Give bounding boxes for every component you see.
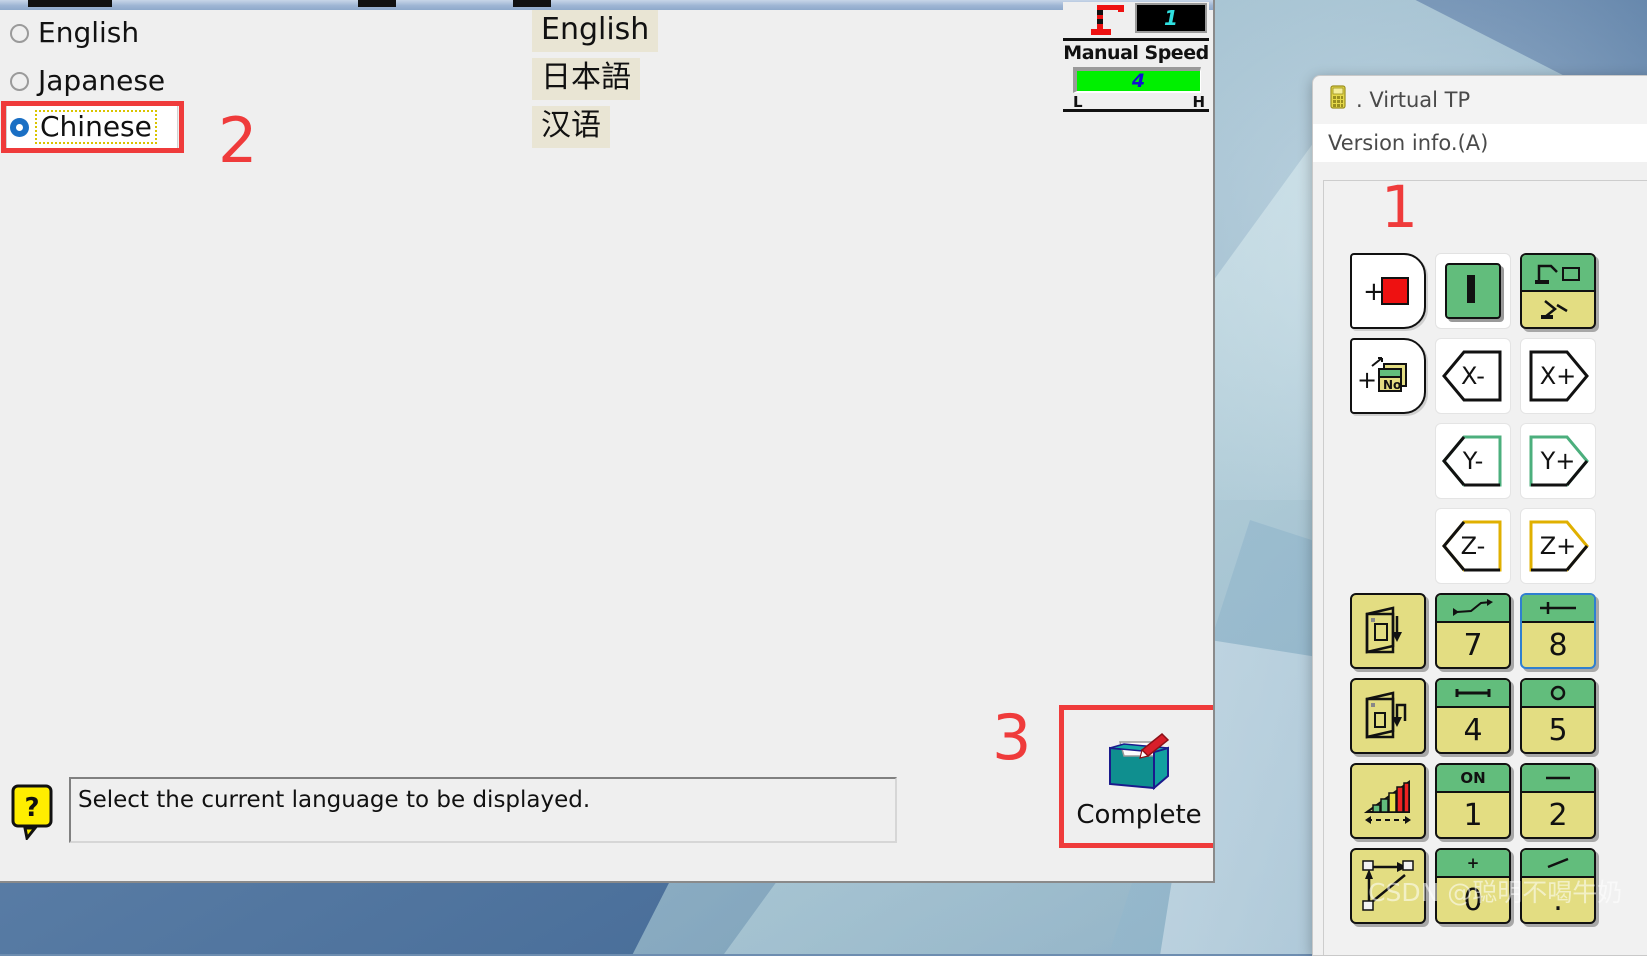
num-1-cap: ON xyxy=(1437,765,1509,793)
speed-high-label: H xyxy=(1192,93,1205,111)
teach-pendant-window: English Japanese Chinese English 日本語 汉语 xyxy=(0,0,1215,883)
radio-option-english[interactable]: English xyxy=(10,16,139,50)
jog-z-plus-label: Z+ xyxy=(1539,532,1577,560)
language-name-chinese: 汉语 xyxy=(532,106,610,148)
radio-option-japanese[interactable]: Japanese xyxy=(10,64,165,98)
complete-button-highlight: Complete xyxy=(1059,705,1213,848)
enable-key-wrap xyxy=(1435,253,1511,329)
coord-key[interactable] xyxy=(1350,848,1426,924)
jog-z-minus-label: Z- xyxy=(1460,532,1486,560)
radio-label-english: English xyxy=(38,16,140,49)
num-1-label: 1 xyxy=(1463,797,1483,833)
new-program-key[interactable]: + xyxy=(1350,253,1426,329)
svg-text:?: ? xyxy=(24,793,39,823)
enable-key[interactable] xyxy=(1445,263,1501,319)
teach-pendant-icon xyxy=(1328,85,1348,115)
manual-speed-bar: 4 xyxy=(1073,67,1201,93)
step-back-key[interactable] xyxy=(1350,678,1426,754)
svg-text:No: No xyxy=(1383,378,1401,392)
language-name-japanese: 日本語 xyxy=(532,58,640,100)
num-dot-label: . xyxy=(1553,882,1563,918)
num-1-key[interactable]: ON 1 xyxy=(1435,763,1511,839)
num-8-label: 8 xyxy=(1548,627,1568,663)
manual-speed-value: 4 xyxy=(1131,70,1146,92)
num-8-key[interactable]: 8 xyxy=(1520,593,1596,669)
robot-arm-icon xyxy=(1085,4,1131,36)
num-2-key[interactable]: 2 xyxy=(1520,763,1596,839)
jog-x-plus-key[interactable]: X+ xyxy=(1520,338,1596,414)
virtual-tp-title: . Virtual TP xyxy=(1356,88,1471,112)
annotation-box-chinese xyxy=(1,101,184,153)
manual-speed-widget: 1 Manual Speed 4 L H xyxy=(1063,2,1209,112)
annotation-number-3: 3 xyxy=(992,701,1032,774)
language-name-english: English xyxy=(532,10,659,52)
window-title-strip xyxy=(0,0,1213,10)
jog-y-minus-key[interactable]: Y- xyxy=(1435,423,1511,499)
question-bubble-icon: ? xyxy=(11,784,55,842)
num-2-label: 2 xyxy=(1548,797,1568,833)
radio-circle-japanese[interactable] xyxy=(10,71,29,91)
jog-y-plus-label: Y+ xyxy=(1540,447,1576,475)
num-5-label: 5 xyxy=(1548,712,1568,748)
num-0-key[interactable]: + 0 xyxy=(1435,848,1511,924)
keypad-spacer xyxy=(1350,423,1426,499)
svg-text:+: + xyxy=(1357,366,1377,394)
menu-item-version-info[interactable]: Version info.(A) xyxy=(1313,124,1647,162)
virtual-tp-keypad-panel: + + No X- X+ Y- Y+ Z- Z+ 7 8 4 5 ON 1 2 … xyxy=(1323,180,1647,955)
speed-low-label: L xyxy=(1073,93,1083,111)
jog-z-minus-key[interactable]: Z- xyxy=(1435,508,1511,584)
num-0-label: 0 xyxy=(1463,882,1483,918)
jog-y-plus-key[interactable]: Y+ xyxy=(1520,423,1596,499)
jog-x-minus-key[interactable]: X- xyxy=(1435,338,1511,414)
keypad: + + No X- X+ Y- Y+ Z- Z+ 7 8 4 5 ON 1 2 … xyxy=(1350,253,1605,933)
step-forward-key[interactable] xyxy=(1350,593,1426,669)
manual-speed-title: Manual Speed xyxy=(1063,42,1209,64)
jog-y-minus-label: Y- xyxy=(1462,447,1484,475)
radio-label-japanese: Japanese xyxy=(38,64,166,97)
folder-check-icon xyxy=(1102,726,1176,796)
num-4-key[interactable]: 4 xyxy=(1435,678,1511,754)
num-dot-key[interactable]: . xyxy=(1520,848,1596,924)
annotation-number-2: 2 xyxy=(218,104,258,177)
speed-display-number: 1 xyxy=(1135,3,1207,33)
radio-circle-english[interactable] xyxy=(10,23,29,43)
status-help-text: Select the current language to be displa… xyxy=(69,777,897,843)
menu-item-version-info-label: Version info.(A) xyxy=(1328,131,1489,155)
speed-key[interactable] xyxy=(1350,763,1426,839)
jog-z-plus-key[interactable]: Z+ xyxy=(1520,508,1596,584)
copy-program-key[interactable]: + No xyxy=(1350,338,1426,414)
jog-x-minus-label: X- xyxy=(1461,362,1485,390)
complete-button[interactable]: Complete xyxy=(1064,710,1213,843)
complete-button-label: Complete xyxy=(1076,800,1202,830)
robot-mode-key[interactable] xyxy=(1520,253,1596,329)
virtual-tp-titlebar: . Virtual TP xyxy=(1313,76,1647,124)
keypad-spacer xyxy=(1350,508,1426,584)
virtual-tp-window: . Virtual TP Version info.(A) + + No X- … xyxy=(1312,75,1647,956)
num-4-label: 4 xyxy=(1463,712,1483,748)
jog-x-plus-label: X+ xyxy=(1539,362,1577,390)
num-0-cap: + xyxy=(1437,850,1509,878)
annotation-number-1: 1 xyxy=(1381,173,1418,241)
num-7-label: 7 xyxy=(1463,627,1483,663)
num-5-key[interactable]: 5 xyxy=(1520,678,1596,754)
num-7-key[interactable]: 7 xyxy=(1435,593,1511,669)
